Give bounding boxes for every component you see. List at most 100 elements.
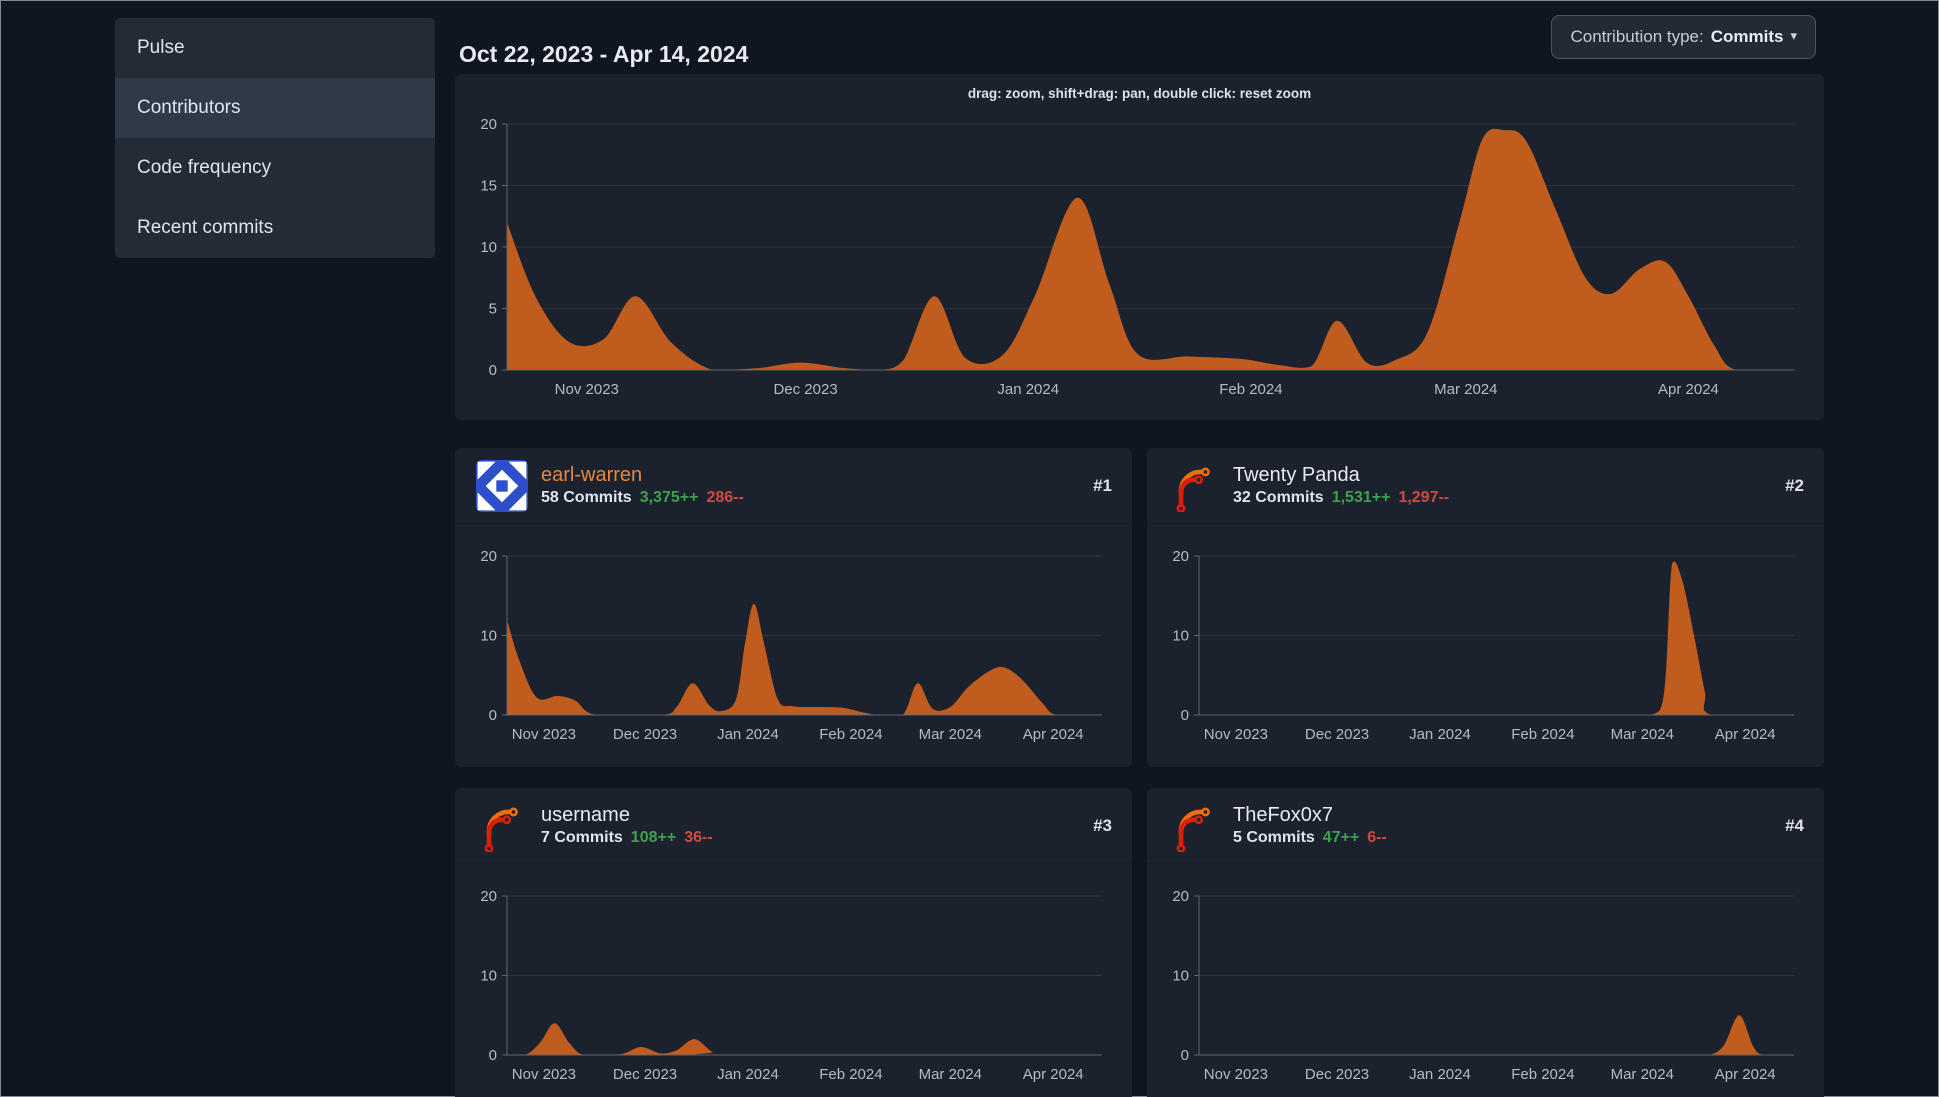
contributor-card: username 7 Commits 108++ 36-- #3 0 10 20 No… <box>455 788 1132 1097</box>
sidebar-item-pulse[interactable]: Pulse <box>115 18 435 78</box>
overall-activity-chart[interactable]: 0 5 10 15 20 Nov 2023 Dec 2023 Jan 2024 Feb 2024… <box>463 110 1816 414</box>
svg-text:10: 10 <box>480 239 497 256</box>
overall-activity-panel: drag: zoom, shift+drag: pan, double clic… <box>455 74 1824 420</box>
svg-text:0: 0 <box>489 707 497 724</box>
svg-text:Mar 2024: Mar 2024 <box>919 1066 982 1083</box>
contributors-page: Pulse Contributors Code frequency Recent co… <box>0 0 1939 1097</box>
svg-text:Feb 2024: Feb 2024 <box>819 726 882 743</box>
svg-text:0: 0 <box>1181 707 1189 724</box>
deletions: 286-- <box>706 489 744 506</box>
contributor-activity-chart[interactable]: 0 10 20 Nov 2023 Dec 2023 Jan 2024 Feb 2024 Mar… <box>463 866 1124 1097</box>
rank-badge: #2 <box>1785 475 1804 495</box>
contributor-identity: Twenty Panda 32 Commits 1,531++ 1,297-- <box>1233 464 1449 507</box>
contributor-identity: earl-warren 58 Commits 3,375++ 286-- <box>541 464 744 507</box>
additions: 108++ <box>630 829 677 846</box>
svg-text:Dec 2023: Dec 2023 <box>1305 726 1369 743</box>
contributor-card-header: TheFox0x7 5 Commits 47++ 6-- #4 <box>1147 788 1824 864</box>
svg-text:0: 0 <box>489 362 497 379</box>
svg-text:Nov 2023: Nov 2023 <box>1204 726 1268 743</box>
contributor-name[interactable]: earl-warren <box>541 464 744 486</box>
svg-text:Apr 2024: Apr 2024 <box>1023 726 1084 743</box>
svg-text:Jan 2024: Jan 2024 <box>997 381 1059 398</box>
svg-text:20: 20 <box>1172 888 1189 905</box>
deletions: 1,297-- <box>1398 489 1450 506</box>
sidebar-item-label: Contributors <box>137 97 241 118</box>
svg-text:20: 20 <box>480 888 497 905</box>
sidebar-item-label: Pulse <box>137 37 185 58</box>
svg-text:Jan 2024: Jan 2024 <box>1409 1066 1471 1083</box>
svg-text:Apr 2024: Apr 2024 <box>1658 381 1719 398</box>
contributor-name: Twenty Panda <box>1233 464 1360 486</box>
svg-text:0: 0 <box>1181 1047 1189 1064</box>
svg-text:Jan 2024: Jan 2024 <box>1409 726 1471 743</box>
contributor-stats: 32 Commits 1,531++ 1,297-- <box>1233 489 1449 507</box>
svg-text:0: 0 <box>489 1047 497 1064</box>
contributor-stats: 58 Commits 3,375++ 286-- <box>541 489 744 507</box>
rank-badge: #3 <box>1093 815 1112 835</box>
contributor-identity: TheFox0x7 5 Commits 47++ 6-- <box>1233 804 1387 847</box>
contributor-activity-chart[interactable]: 0 10 20 Nov 2023 Dec 2023 Jan 2024 Feb 2024 Mar… <box>463 526 1124 763</box>
svg-text:5: 5 <box>489 301 497 318</box>
svg-text:Nov 2023: Nov 2023 <box>1204 1066 1268 1083</box>
svg-text:15: 15 <box>480 178 497 195</box>
svg-text:20: 20 <box>1172 548 1189 565</box>
commit-count: 32 Commits <box>1233 489 1324 506</box>
date-range-heading: Oct 22, 2023 - Apr 14, 2024 <box>459 41 749 68</box>
svg-text:10: 10 <box>480 628 497 645</box>
contribution-type-label: Contribution type: <box>1570 27 1704 46</box>
svg-text:Nov 2023: Nov 2023 <box>512 726 576 743</box>
svg-text:Jan 2024: Jan 2024 <box>717 1066 779 1083</box>
contributor-identity: username 7 Commits 108++ 36-- <box>541 804 713 847</box>
svg-text:Dec 2023: Dec 2023 <box>613 726 677 743</box>
additions: 47++ <box>1322 829 1360 846</box>
identicon-blue-avatar[interactable] <box>476 459 528 512</box>
svg-text:Dec 2023: Dec 2023 <box>613 1066 677 1083</box>
additions: 3,375++ <box>639 489 699 506</box>
contributor-card: TheFox0x7 5 Commits 47++ 6-- #4 0 10 20 Nov… <box>1147 788 1824 1097</box>
chart-zoom-hint: drag: zoom, shift+drag: pan, double clic… <box>967 86 1312 101</box>
svg-text:10: 10 <box>1172 628 1189 645</box>
forgejo-logo-avatar[interactable] <box>476 800 528 852</box>
contributor-card-header: username 7 Commits 108++ 36-- #3 <box>455 788 1132 864</box>
contributor-card: earl-warren 58 Commits 3,375++ 286-- #1 … <box>455 448 1132 767</box>
svg-text:20: 20 <box>480 116 497 133</box>
svg-text:20: 20 <box>480 548 497 565</box>
deletions: 6-- <box>1367 829 1387 846</box>
contributor-activity-chart[interactable]: 0 10 20 Nov 2023 Dec 2023 Jan 2024 Feb 2024 Mar… <box>1155 866 1816 1097</box>
svg-text:Nov 2023: Nov 2023 <box>512 1066 576 1083</box>
contribution-type-value: Commits <box>1710 27 1784 46</box>
forgejo-logo-avatar[interactable] <box>1168 460 1220 512</box>
contribution-type-dropdown[interactable]: Contribution type: Commits ▾ <box>1551 15 1816 59</box>
contributor-card-header: Twenty Panda 32 Commits 1,531++ 1,297-- … <box>1147 448 1824 524</box>
contributor-stats: 7 Commits 108++ 36-- <box>541 829 713 847</box>
svg-text:10: 10 <box>1172 968 1189 985</box>
forgejo-logo-avatar[interactable] <box>1168 800 1220 852</box>
svg-text:Mar 2024: Mar 2024 <box>1611 726 1674 743</box>
svg-text:Jan 2024: Jan 2024 <box>717 726 779 743</box>
svg-text:Dec 2023: Dec 2023 <box>773 381 837 398</box>
svg-text:Apr 2024: Apr 2024 <box>1715 726 1776 743</box>
activity-sidebar-menu: Pulse Contributors Code frequency Recent co… <box>115 18 435 258</box>
svg-text:Nov 2023: Nov 2023 <box>555 381 619 398</box>
svg-text:Mar 2024: Mar 2024 <box>1611 1066 1674 1083</box>
rank-badge: #1 <box>1093 475 1112 495</box>
svg-text:10: 10 <box>480 968 497 985</box>
sidebar-item-recent-commits[interactable]: Recent commits <box>115 198 435 258</box>
additions: 1,531++ <box>1331 489 1391 506</box>
sidebar-item-code-frequency[interactable]: Code frequency <box>115 138 435 198</box>
contributor-stats: 5 Commits 47++ 6-- <box>1233 829 1387 847</box>
svg-text:Apr 2024: Apr 2024 <box>1715 1066 1776 1083</box>
contributor-activity-chart[interactable]: 0 10 20 Nov 2023 Dec 2023 Jan 2024 Feb 2024 Mar… <box>1155 526 1816 763</box>
svg-text:Feb 2024: Feb 2024 <box>1219 381 1282 398</box>
rank-badge: #4 <box>1785 815 1804 835</box>
sidebar-item-contributors[interactable]: Contributors <box>115 78 435 138</box>
svg-text:Feb 2024: Feb 2024 <box>819 1066 882 1083</box>
caret-down-icon: ▾ <box>1790 28 1797 43</box>
sidebar-item-label: Code frequency <box>137 157 272 178</box>
contributor-card: Twenty Panda 32 Commits 1,531++ 1,297-- … <box>1147 448 1824 767</box>
commit-count: 58 Commits <box>541 489 632 506</box>
svg-text:Mar 2024: Mar 2024 <box>919 726 982 743</box>
sidebar-item-label: Recent commits <box>137 217 274 238</box>
svg-text:Apr 2024: Apr 2024 <box>1023 1066 1084 1083</box>
svg-text:Dec 2023: Dec 2023 <box>1305 1066 1369 1083</box>
